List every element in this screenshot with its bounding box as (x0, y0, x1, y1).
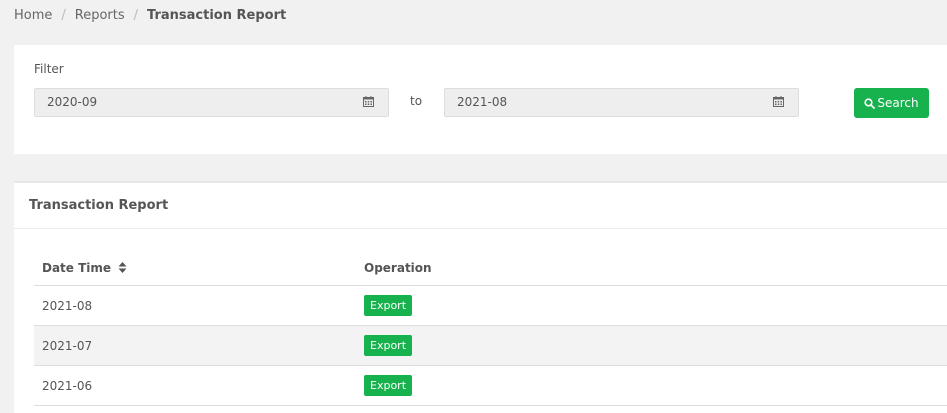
date-cell: 2021-08 (34, 285, 356, 326)
column-header-operation: Operation (356, 251, 947, 286)
to-date-value: 2021-08 (457, 95, 508, 109)
table-header-row: Date Time Operation (34, 251, 947, 286)
breadcrumb-home[interactable]: Home (14, 8, 52, 23)
from-date-input[interactable]: 2020-09 (34, 88, 389, 117)
breadcrumb-current: Transaction Report (147, 8, 287, 23)
date-cell: 2021-07 (34, 325, 356, 366)
table-row: 2021-07 Export (34, 325, 947, 366)
date-cell: 2021-06 (34, 365, 356, 406)
table-row: 2021-06 Export (34, 365, 947, 406)
search-button[interactable]: Search (854, 88, 929, 118)
table-row: 2021-08 Export (34, 285, 947, 326)
filter-panel: Filter 2020-09 to 2021-08 Search (14, 45, 947, 154)
from-date-value: 2020-09 (47, 95, 98, 109)
column-header-date-time[interactable]: Date Time (34, 251, 356, 286)
export-button[interactable]: Export (364, 335, 413, 356)
export-button[interactable]: Export (364, 295, 413, 316)
operation-cell: Export (356, 285, 947, 326)
to-date-input[interactable]: 2021-08 (444, 88, 799, 117)
sort-icon[interactable] (118, 262, 127, 273)
breadcrumb: Home / Reports / Transaction Report (14, 8, 286, 23)
report-table: Date Time Operation 2021-08 Export 2021-… (34, 251, 947, 406)
breadcrumb-separator: / (61, 8, 66, 23)
breadcrumb-reports[interactable]: Reports (75, 8, 125, 23)
search-button-label: Search (877, 96, 919, 110)
divider (14, 228, 947, 229)
search-icon (864, 97, 876, 109)
export-button[interactable]: Export (364, 375, 413, 396)
operation-cell: Export (356, 365, 947, 406)
filter-label: Filter (34, 62, 64, 76)
calendar-icon[interactable] (773, 96, 784, 107)
calendar-icon[interactable] (363, 96, 374, 107)
to-label: to (410, 94, 423, 108)
breadcrumb-separator: / (133, 8, 139, 23)
column-header-label: Date Time (42, 261, 112, 275)
report-title: Transaction Report (29, 198, 169, 213)
operation-cell: Export (356, 325, 947, 366)
report-panel: Transaction Report Date Time Operation 2… (14, 181, 947, 413)
